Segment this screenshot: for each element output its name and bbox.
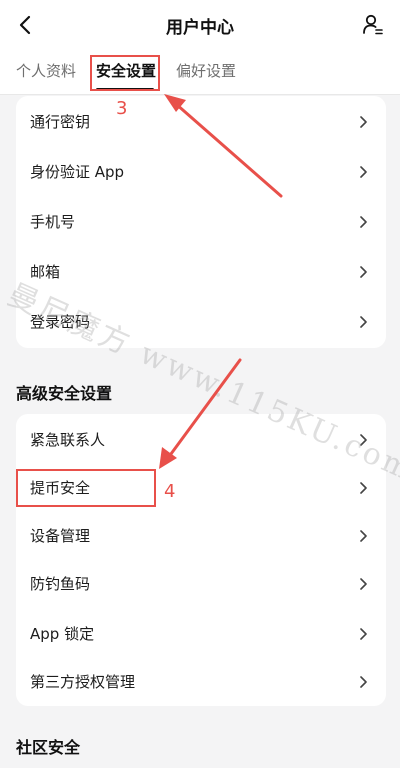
list-item-anti-phishing-code[interactable]: 防钓鱼码	[16, 558, 386, 610]
annotation-box-security-tab	[90, 55, 160, 91]
list-item-label: 登录密码	[30, 313, 91, 331]
list-item-label: 防钓鱼码	[30, 575, 91, 593]
user-settings-button[interactable]	[358, 10, 388, 40]
section-title-advanced: 高级安全设置	[16, 384, 113, 403]
list-item-login-password[interactable]: 登录密码	[16, 296, 386, 348]
chevron-right-icon	[360, 216, 367, 228]
chevron-right-icon	[360, 676, 367, 688]
chevron-right-icon	[360, 434, 367, 446]
list-item-phone[interactable]: 手机号	[16, 196, 386, 248]
list-item-device-management[interactable]: 设备管理	[16, 510, 386, 562]
annotation-step-3: 3	[116, 98, 128, 119]
tab-preferences[interactable]: 偏好设置	[176, 60, 236, 81]
chevron-right-icon	[360, 530, 367, 542]
tab-bar: 个人资料 安全设置 偏好设置	[0, 60, 400, 91]
section-title-community: 社区安全	[16, 738, 81, 757]
list-item-authenticator[interactable]: 身份验证 App	[16, 146, 386, 198]
top-bar: 用户中心 个人资料 安全设置 偏好设置	[0, 0, 400, 95]
list-item-passkey[interactable]: 通行密钥	[16, 96, 386, 148]
advanced-security-card: 紧急联系人 提币安全 设备管理 防钓鱼码 App 锁定 第三方授权管理	[16, 414, 386, 706]
chevron-right-icon	[360, 116, 367, 128]
list-item-label: 通行密钥	[30, 113, 91, 131]
list-item-label: App 锁定	[30, 625, 95, 643]
chevron-right-icon	[360, 166, 367, 178]
list-item-label: 设备管理	[30, 527, 91, 545]
security-card: 通行密钥 身份验证 App 手机号 邮箱 登录密码	[16, 96, 386, 348]
list-item-label: 第三方授权管理	[30, 673, 136, 691]
annotation-box-withdrawal-security	[16, 469, 156, 507]
tab-profile[interactable]: 个人资料	[16, 60, 76, 81]
user-settings-icon	[363, 14, 383, 35]
chevron-right-icon	[360, 316, 367, 328]
chevron-right-icon	[360, 482, 367, 494]
chevron-right-icon	[360, 578, 367, 590]
list-item-app-lock[interactable]: App 锁定	[16, 608, 386, 660]
list-item-label: 紧急联系人	[30, 431, 106, 449]
page-title: 用户中心	[166, 18, 234, 38]
list-item-label: 手机号	[30, 213, 76, 231]
chevron-right-icon	[360, 266, 367, 278]
annotation-step-4: 4	[164, 481, 176, 502]
chevron-right-icon	[360, 628, 367, 640]
list-item-label: 身份验证 App	[30, 163, 125, 181]
list-item-emergency-contact[interactable]: 紧急联系人	[16, 414, 386, 466]
list-item-label: 邮箱	[30, 263, 61, 281]
list-item-email[interactable]: 邮箱	[16, 246, 386, 298]
list-item-third-party-authorization[interactable]: 第三方授权管理	[16, 656, 386, 708]
